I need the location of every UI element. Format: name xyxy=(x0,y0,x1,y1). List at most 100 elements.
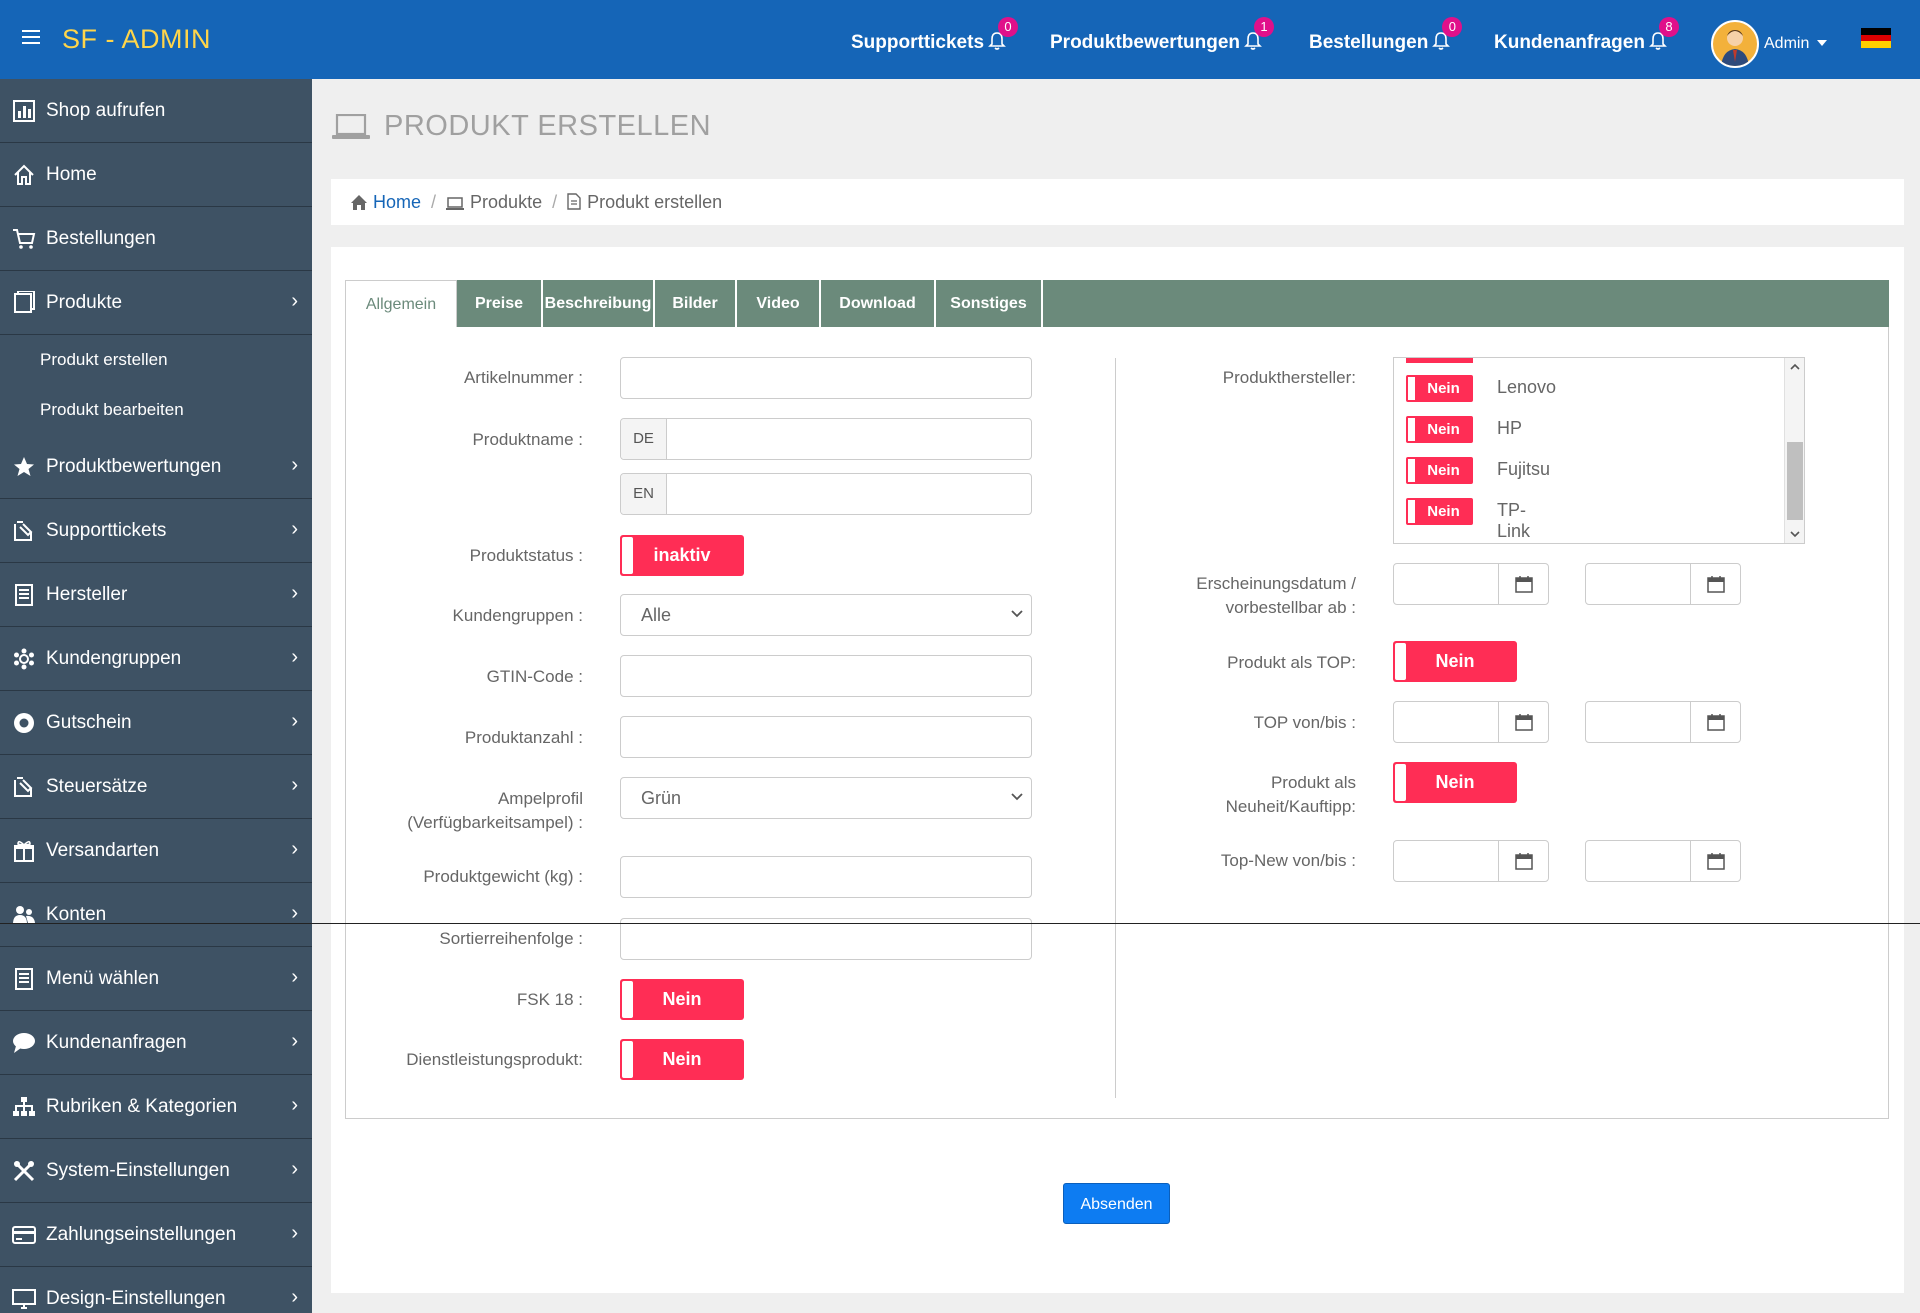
label-erscheinungsdatum: Erscheinungsdatum / vorbestellbar ab : xyxy=(1196,574,1356,617)
calendar-button[interactable] xyxy=(1498,564,1548,604)
document-icon xyxy=(15,584,33,606)
bell-icon: 8 xyxy=(1649,17,1679,51)
hersteller-toggle[interactable]: Nein xyxy=(1406,416,1473,443)
nav-produktbewertungen[interactable]: Produktbewertungen 1 xyxy=(1050,17,1275,54)
lang-prefix-de: DE xyxy=(621,419,667,459)
dienstleistungsprodukt-toggle[interactable]: Nein xyxy=(620,1039,744,1080)
lang-prefix-en: EN xyxy=(621,474,667,514)
nav-kundenanfragen[interactable]: Kundenanfragen 8 xyxy=(1494,17,1679,54)
calendar-button[interactable] xyxy=(1498,702,1548,742)
sidebar-item-kundengruppen[interactable]: Kundengruppen › xyxy=(0,627,312,691)
sidebar-item-supporttickets[interactable]: Supporttickets › xyxy=(0,499,312,563)
nav-supporttickets[interactable]: Supporttickets 0 xyxy=(851,17,1019,54)
nav-bestellungen[interactable]: Bestellungen 0 xyxy=(1309,17,1463,54)
menu-toggle-icon[interactable] xyxy=(22,30,40,44)
sidebar-item-hersteller[interactable]: Hersteller › xyxy=(0,563,312,627)
sidebar-item-menue-waehlen[interactable]: Menü wählen › xyxy=(0,947,312,1011)
produkt-neuheit-toggle[interactable]: Nein xyxy=(1393,762,1517,803)
calendar-icon xyxy=(1707,576,1725,593)
label-top-new-von-bis: Top-New von/bis : xyxy=(1220,851,1356,870)
hersteller-list: Nein Lenovo Nein HP Nein Fujitsu Nein TP… xyxy=(1393,357,1805,544)
sidebar-item-produkte[interactable]: Produkte › xyxy=(0,271,312,335)
top-bis-input[interactable] xyxy=(1585,701,1741,743)
submit-button[interactable]: Absenden xyxy=(1063,1183,1170,1224)
chevron-right-icon: › xyxy=(291,966,298,988)
sortierreihenfolge-input[interactable] xyxy=(620,918,1032,960)
erscheinungsdatum-input[interactable] xyxy=(1393,563,1549,605)
produktname-en-input[interactable]: EN xyxy=(620,473,1032,515)
sidebar-item-shop-aufrufen[interactable]: Shop aufrufen xyxy=(0,79,312,143)
label-ampelprofil: Ampelprofil (Verfügbarkeitsampel) : xyxy=(407,789,583,832)
label-dienstleistungsprodukt: Dienstleistungsprodukt: xyxy=(406,1050,583,1069)
label-produktname: Produktname : xyxy=(472,430,583,449)
tab-beschreibung[interactable]: Beschreibung xyxy=(543,280,655,327)
laptop-icon xyxy=(332,113,370,139)
top-von-input[interactable] xyxy=(1393,701,1549,743)
column-divider xyxy=(1115,358,1116,1098)
produktname-de-input[interactable]: DE xyxy=(620,418,1032,460)
chevron-right-icon: › xyxy=(291,1286,298,1308)
chevron-right-icon: › xyxy=(291,1094,298,1116)
monitor-icon xyxy=(12,1289,36,1309)
top-new-von-input[interactable] xyxy=(1393,840,1549,882)
sidebar-item-kundenanfragen[interactable]: Kundenanfragen › xyxy=(0,1011,312,1075)
sidebar-item-bestellungen[interactable]: Bestellungen xyxy=(0,207,312,271)
gtin-input[interactable] xyxy=(620,655,1032,697)
calendar-button[interactable] xyxy=(1690,841,1740,881)
artikelnummer-input[interactable] xyxy=(620,357,1032,399)
sidebar-item-home[interactable]: Home xyxy=(0,143,312,207)
hersteller-toggle[interactable]: Nein xyxy=(1406,498,1473,525)
hersteller-toggle[interactable]: Nein xyxy=(1406,457,1473,484)
hersteller-scrollbar[interactable] xyxy=(1784,358,1804,543)
hersteller-toggle[interactable]: Nein xyxy=(1406,375,1473,402)
produktanzahl-input[interactable] xyxy=(620,716,1032,758)
fsk18-toggle[interactable]: Nein xyxy=(620,979,744,1020)
chevron-up-icon xyxy=(1790,363,1800,370)
brand-logo[interactable]: SF - ADMIN xyxy=(62,24,211,55)
tab-bilder[interactable]: Bilder xyxy=(655,280,737,327)
sidebar-subitem-produkt-bearbeiten[interactable]: Produkt bearbeiten xyxy=(0,385,312,435)
breadcrumb: Home / Produkte / Produkt erstellen xyxy=(331,179,1904,225)
sidebar-item-konten[interactable]: Konten › xyxy=(0,883,312,947)
sidebar-item-versandarten[interactable]: Versandarten › xyxy=(0,819,312,883)
sidebar-item-system-einstellungen[interactable]: System-Einstellungen › xyxy=(0,1139,312,1203)
sidebar-item-steuersaetze[interactable]: Steuersätze › xyxy=(0,755,312,819)
chevron-right-icon: › xyxy=(291,838,298,860)
tab-video[interactable]: Video xyxy=(737,280,821,327)
edit-icon xyxy=(14,521,33,541)
calendar-button[interactable] xyxy=(1690,564,1740,604)
german-flag-icon[interactable] xyxy=(1861,28,1891,48)
bell-icon: 0 xyxy=(988,17,1019,51)
tab-preise[interactable]: Preise xyxy=(457,280,543,327)
sidebar-item-zahlungseinstellungen[interactable]: Zahlungseinstellungen › xyxy=(0,1203,312,1267)
cog-icon xyxy=(14,648,34,670)
produktstatus-toggle[interactable]: inaktiv xyxy=(620,535,744,576)
top-new-bis-input[interactable] xyxy=(1585,840,1741,882)
user-menu[interactable]: Admin xyxy=(1764,35,1828,53)
kundengruppen-select[interactable]: Alle xyxy=(620,594,1032,636)
calendar-button[interactable] xyxy=(1498,841,1548,881)
breadcrumb-produkte[interactable]: Produkte xyxy=(446,192,542,212)
sidebar-item-gutschein[interactable]: Gutschein › xyxy=(0,691,312,755)
ampelprofil-select[interactable]: Grün xyxy=(620,777,1032,819)
sidebar-item-rubriken-kategorien[interactable]: Rubriken & Kategorien › xyxy=(0,1075,312,1139)
vorbestellbar-input[interactable] xyxy=(1585,563,1741,605)
sidebar-item-design-einstellungen[interactable]: Design-Einstellungen › xyxy=(0,1267,312,1313)
tab-allgemein[interactable]: Allgemein xyxy=(345,280,457,327)
tools-icon xyxy=(13,1160,35,1182)
chevron-right-icon: › xyxy=(291,290,298,312)
label-produkt-top: Produkt als TOP: xyxy=(1227,653,1356,672)
scrollbar-thumb[interactable] xyxy=(1787,442,1803,520)
sidebar-subitem-produkt-erstellen[interactable]: Produkt erstellen xyxy=(0,335,312,385)
sidebar-item-produktbewertungen[interactable]: Produktbewertungen › xyxy=(0,435,312,499)
tab-download[interactable]: Download xyxy=(821,280,936,327)
produktgewicht-input[interactable] xyxy=(620,856,1032,898)
produkt-top-toggle[interactable]: Nein xyxy=(1393,641,1517,682)
breadcrumb-home[interactable]: Home xyxy=(351,192,421,212)
page-title: PRODUKT ERSTELLEN xyxy=(332,110,711,143)
calendar-button[interactable] xyxy=(1690,702,1740,742)
hersteller-toggle-partial[interactable] xyxy=(1406,358,1473,363)
user-avatar[interactable] xyxy=(1711,20,1759,68)
tab-sonstiges[interactable]: Sonstiges xyxy=(936,280,1043,327)
calendar-icon xyxy=(1707,853,1725,870)
